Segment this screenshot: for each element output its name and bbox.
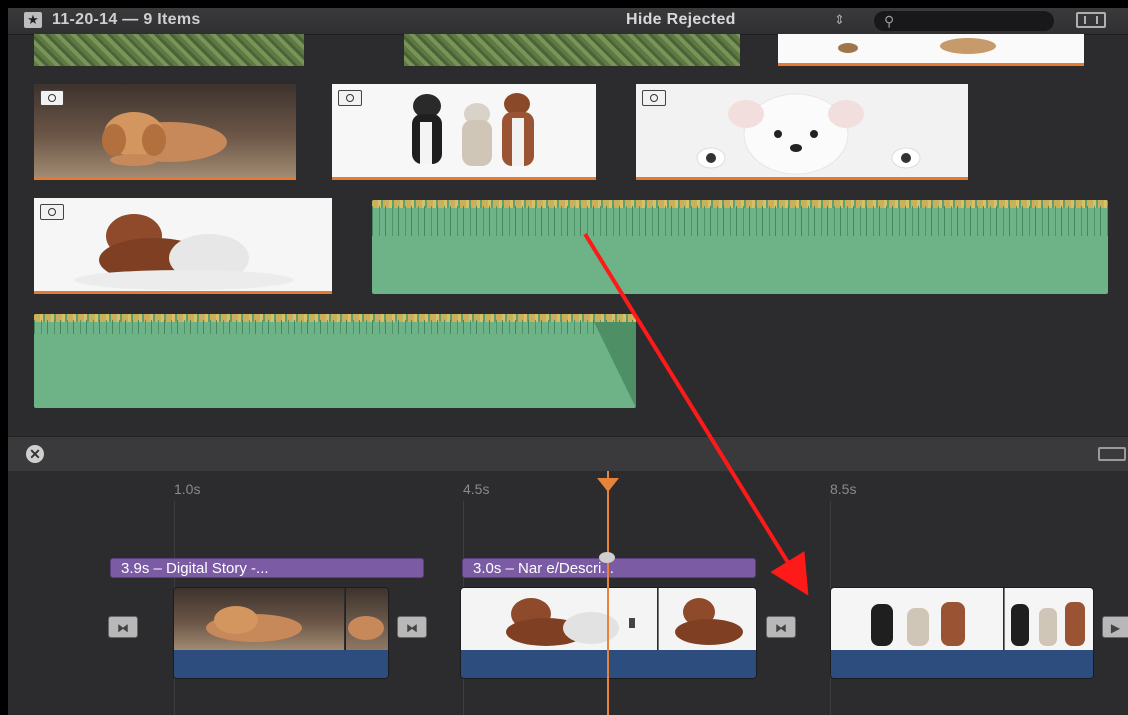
imovie-window: ★ 11-20-14 — 9 Items Hide Rejected ⇕ ⚲ ✕… bbox=[8, 8, 1128, 715]
annotation-arrow bbox=[583, 232, 809, 596]
screenshot-frame: ★ 11-20-14 — 9 Items Hide Rejected ⇕ ⚲ ✕… bbox=[0, 0, 1128, 715]
